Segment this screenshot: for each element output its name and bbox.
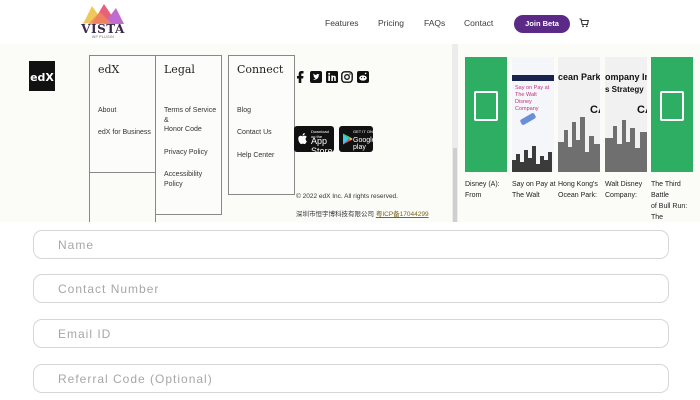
- footer-column-connect: Connect Blog Contact Us Help Center: [228, 55, 295, 195]
- edx-logo-icon[interactable]: edX: [29, 61, 55, 91]
- skyscraper-icon: [558, 117, 600, 172]
- nav-pricing[interactable]: Pricing: [378, 18, 404, 28]
- nav-contact[interactable]: Contact: [464, 18, 493, 28]
- book-cover-card[interactable]: cean Park Ta CA: [558, 57, 600, 172]
- name-input[interactable]: [34, 231, 668, 258]
- google-play-badge[interactable]: GET IT ON Google play: [339, 126, 376, 152]
- email-field[interactable]: [33, 319, 669, 348]
- cover-title: Say on Pay at The Walt Disney Company: [515, 85, 550, 112]
- cover-title: ompany Inve: [605, 72, 647, 82]
- footer-link-privacy[interactable]: Privacy Policy: [164, 148, 208, 158]
- footer-link-terms[interactable]: Terms of Service &: [164, 106, 221, 126]
- icp-company: 深圳市恒宇博科技有限公司: [296, 211, 374, 218]
- footer-column-edx: edX About edX for Business: [89, 55, 156, 173]
- google-play-small-text: GET IT ON: [353, 129, 373, 134]
- referral-code-input[interactable]: [34, 365, 668, 392]
- pen-icon: [520, 113, 536, 125]
- twitter-icon[interactable]: [310, 70, 322, 84]
- footer-link-about[interactable]: About: [98, 106, 116, 116]
- scrollbar-thumb[interactable]: [453, 148, 457, 222]
- notebook-icon: [474, 91, 498, 121]
- notebook-icon: [660, 91, 684, 121]
- city-skyline-icon: [512, 146, 552, 172]
- footer-link-honor-code[interactable]: Honor Code: [164, 125, 202, 135]
- join-beta-button[interactable]: Join Beta: [514, 15, 570, 33]
- cover-subtitle: s Strategy: [605, 85, 644, 94]
- site-header: VISTA WP PLUGIN Features Pricing FAQs Co…: [0, 0, 700, 44]
- footer-column-legal: Legal Terms of Service & Honor Code Priv…: [155, 55, 222, 215]
- footer-link-help[interactable]: Help Center: [237, 151, 274, 161]
- copyright-text: © 2022 edX Inc. All rights reserved.: [296, 193, 398, 200]
- footer-link-blog[interactable]: Blog: [237, 106, 251, 116]
- book-caption[interactable]: Hong Kong's Ocean Park:: [558, 179, 598, 201]
- column-title: edX: [98, 63, 120, 76]
- book-caption[interactable]: Disney (A): From: [465, 179, 500, 201]
- linkedin-icon[interactable]: [326, 70, 338, 84]
- edx-logo-text: edX: [30, 71, 54, 84]
- footer-link-edx-business[interactable]: edX for Business: [98, 128, 151, 138]
- icp-line: 深圳市恒宇博科技有限公司 粤ICP备17044299: [296, 208, 429, 218]
- logo-subtitle: WP PLUGIN: [91, 35, 115, 39]
- book-caption[interactable]: Say on Pay at The Walt: [512, 179, 556, 201]
- nav-faqs[interactable]: FAQs: [424, 18, 445, 28]
- cart-icon[interactable]: [579, 18, 589, 28]
- nav-features[interactable]: Features: [325, 18, 359, 28]
- skyscraper-icon: [605, 120, 647, 172]
- google-play-icon: [343, 133, 353, 145]
- book-caption[interactable]: The Third Battle of Bull Run: The: [651, 179, 700, 222]
- book-cover-card[interactable]: [465, 57, 507, 172]
- embedded-screenshot: edX edX About edX for Business Legal Ter…: [0, 44, 700, 222]
- instagram-icon[interactable]: [341, 70, 353, 84]
- app-store-text: App Store: [311, 136, 333, 156]
- reddit-icon[interactable]: [357, 70, 369, 84]
- book-cover-card[interactable]: ompany Inve s Strategy CA: [605, 57, 647, 172]
- book-caption[interactable]: Walt Disney Company:: [605, 179, 642, 201]
- app-store-badge[interactable]: Download on the App Store: [294, 126, 334, 156]
- name-field[interactable]: [33, 230, 669, 259]
- contact-number-input[interactable]: [34, 275, 668, 302]
- book-cover-card[interactable]: [651, 57, 693, 172]
- column-title: Connect: [237, 63, 284, 76]
- google-play-text: Google play: [353, 137, 376, 151]
- column-title: Legal: [164, 63, 195, 76]
- logo-wordmark: VISTA: [81, 22, 125, 36]
- icp-link[interactable]: 粤ICP备17044299: [376, 211, 429, 218]
- apple-icon: [298, 133, 307, 144]
- cover-title: cean Park Ta: [558, 72, 600, 82]
- vista-logo[interactable]: VISTA WP PLUGIN: [78, 4, 128, 42]
- footer-link-accessibility[interactable]: Accessibility Policy: [164, 170, 221, 190]
- column-divider: [89, 173, 156, 222]
- facebook-icon[interactable]: [294, 70, 306, 84]
- book-cover-card[interactable]: Say on Pay at The Walt Disney Company: [512, 57, 554, 172]
- referral-code-field[interactable]: [33, 364, 669, 393]
- email-input[interactable]: [34, 320, 668, 347]
- contact-number-field[interactable]: [33, 274, 669, 303]
- footer-link-contact[interactable]: Contact Us: [237, 128, 272, 138]
